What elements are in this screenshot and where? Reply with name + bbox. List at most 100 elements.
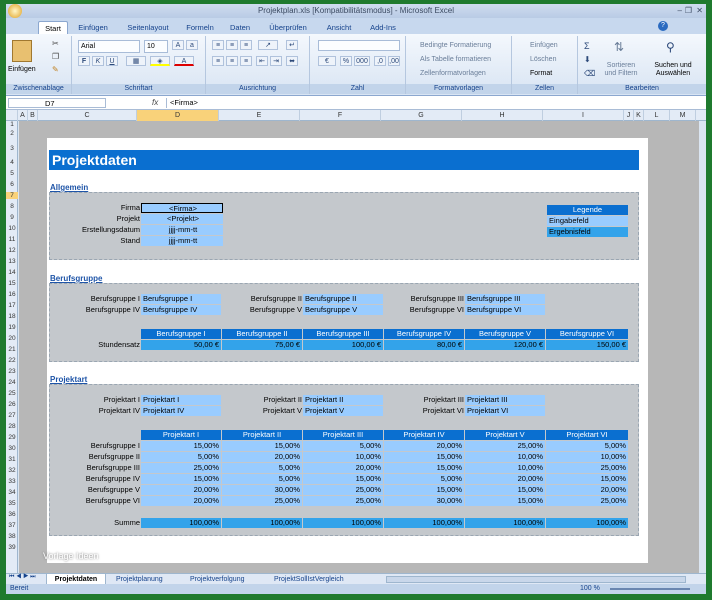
matrix-cell[interactable]: 25,00% [222, 496, 302, 506]
matrix-cell[interactable]: 10,00% [546, 452, 628, 462]
tab-ansicht[interactable]: Ansicht [322, 21, 356, 34]
column-header[interactable]: L [644, 110, 670, 121]
row-header[interactable]: 26 [6, 401, 18, 408]
bg-input[interactable]: Berufsgruppe II [303, 294, 383, 304]
matrix-cell[interactable]: 5,00% [222, 463, 302, 473]
format-painter-icon[interactable]: ✎ [52, 65, 59, 74]
matrix-cell[interactable]: 20,00% [303, 463, 383, 473]
column-header[interactable]: E [219, 110, 300, 121]
delete-cells-button[interactable]: Löschen [530, 56, 556, 63]
zoom-slider[interactable] [610, 588, 690, 590]
office-button-icon[interactable] [8, 4, 22, 18]
projekt-input[interactable]: <Projekt> [141, 214, 223, 224]
matrix-cell[interactable]: 20,00% [141, 496, 221, 506]
matrix-cell[interactable]: 15,00% [465, 496, 545, 506]
firma-input[interactable]: <Firma> [141, 203, 223, 213]
row-header[interactable]: 34 [6, 489, 18, 496]
row-header[interactable]: 28 [6, 423, 18, 430]
row-header[interactable]: 19 [6, 324, 18, 331]
column-header[interactable]: G [381, 110, 462, 121]
row-header[interactable]: 32 [6, 467, 18, 474]
matrix-cell[interactable]: 10,00% [465, 452, 545, 462]
row-header[interactable]: 14 [6, 269, 18, 276]
matrix-cell[interactable]: 15,00% [141, 474, 221, 484]
rate-value[interactable]: 50,00 € [141, 340, 221, 350]
matrix-cell[interactable]: 15,00% [222, 441, 302, 451]
help-icon[interactable]: ? [658, 21, 668, 31]
bg-input[interactable]: Berufsgruppe I [141, 294, 221, 304]
paste-icon[interactable] [12, 40, 32, 62]
matrix-cell[interactable]: 5,00% [546, 441, 628, 451]
grow-font-icon[interactable]: A [172, 40, 184, 50]
autosum-icon[interactable]: Σ [584, 41, 590, 51]
column-header[interactable]: J [624, 110, 634, 121]
matrix-cell[interactable]: 10,00% [465, 463, 545, 473]
name-box[interactable]: D7 [8, 98, 106, 108]
column-header[interactable]: I [543, 110, 624, 121]
matrix-cell[interactable]: 20,00% [141, 485, 221, 495]
row-header[interactable]: 18 [6, 313, 18, 320]
row-header[interactable]: 12 [6, 247, 18, 254]
row-header[interactable]: 33 [6, 478, 18, 485]
column-header[interactable]: A [18, 110, 28, 121]
rate-value[interactable]: 100,00 € [303, 340, 383, 350]
row-header[interactable]: 27 [6, 412, 18, 419]
indent-increase-icon[interactable]: ⇥ [270, 56, 282, 66]
bg-input[interactable]: Berufsgruppe VI [465, 305, 545, 315]
bg-input[interactable]: Berufsgruppe V [303, 305, 383, 315]
column-header[interactable]: B [28, 110, 38, 121]
find-select-icon[interactable]: ⚲ [666, 40, 675, 54]
conditional-formatting-button[interactable]: Bedingte Formatierung [420, 42, 491, 49]
shrink-font-icon[interactable]: a [186, 40, 198, 50]
select-all-corner[interactable] [6, 110, 18, 121]
row-header[interactable]: 3 [6, 145, 18, 152]
cell-styles-button[interactable]: Zellenformatvorlagen [420, 70, 486, 77]
rate-value[interactable]: 150,00 € [546, 340, 628, 350]
matrix-cell[interactable]: 5,00% [141, 452, 221, 462]
cut-icon[interactable]: ✂ [52, 39, 59, 48]
zoom-level[interactable]: 100 % [580, 584, 600, 594]
matrix-cell[interactable]: 30,00% [222, 485, 302, 495]
row-header[interactable]: 36 [6, 511, 18, 518]
wrap-text-icon[interactable]: ↵ [286, 40, 298, 50]
row-header[interactable]: 2 [6, 130, 18, 137]
sort-filter-button[interactable]: Sortieren und Filtern [600, 62, 642, 78]
row-header[interactable]: 4 [6, 159, 18, 166]
rate-value[interactable]: 75,00 € [222, 340, 302, 350]
row-header[interactable]: 20 [6, 335, 18, 342]
row-header[interactable]: 30 [6, 445, 18, 452]
matrix-cell[interactable]: 15,00% [384, 485, 464, 495]
pa-input[interactable]: Projektart V [303, 406, 383, 416]
matrix-cell[interactable]: 15,00% [546, 474, 628, 484]
row-header[interactable]: 23 [6, 368, 18, 375]
merge-center-icon[interactable]: ⬌ [286, 56, 298, 66]
indent-decrease-icon[interactable]: ⇤ [256, 56, 268, 66]
bg-input[interactable]: Berufsgruppe IV [141, 305, 221, 315]
number-format-select[interactable] [318, 40, 400, 51]
row-header[interactable]: 15 [6, 280, 18, 287]
fill-color-icon[interactable]: ◈ [150, 56, 170, 66]
tab-daten[interactable]: Daten [226, 21, 254, 34]
row-header[interactable]: 7 [6, 192, 18, 199]
matrix-cell[interactable]: 25,00% [465, 441, 545, 451]
stand-input[interactable]: jjjj-mm-tt [141, 236, 223, 246]
tab-seitenlayout[interactable]: Seitenlayout [122, 21, 174, 34]
matrix-cell[interactable]: 25,00% [546, 496, 628, 506]
row-header[interactable]: 22 [6, 357, 18, 364]
matrix-cell[interactable]: 20,00% [546, 485, 628, 495]
matrix-cell[interactable]: 25,00% [141, 463, 221, 473]
format-cells-button[interactable]: Format [530, 70, 552, 77]
horizontal-scrollbar[interactable] [386, 576, 686, 583]
matrix-cell[interactable]: 5,00% [384, 474, 464, 484]
insert-cells-button[interactable]: Einfügen [530, 42, 558, 49]
matrix-cell[interactable]: 20,00% [465, 474, 545, 484]
thousands-icon[interactable]: 000 [354, 56, 370, 66]
align-left-icon[interactable]: ≡ [212, 56, 224, 66]
formula-input[interactable]: <Firma> [166, 98, 696, 108]
erstellungsdatum-input[interactable]: jjjj-mm-tt [141, 225, 223, 235]
pa-input[interactable]: Projektart III [465, 395, 545, 405]
pa-input[interactable]: Projektart IV [141, 406, 221, 416]
copy-icon[interactable]: ❐ [52, 52, 59, 61]
align-top-icon[interactable]: ≡ [212, 40, 224, 50]
align-center-icon[interactable]: ≡ [226, 56, 238, 66]
